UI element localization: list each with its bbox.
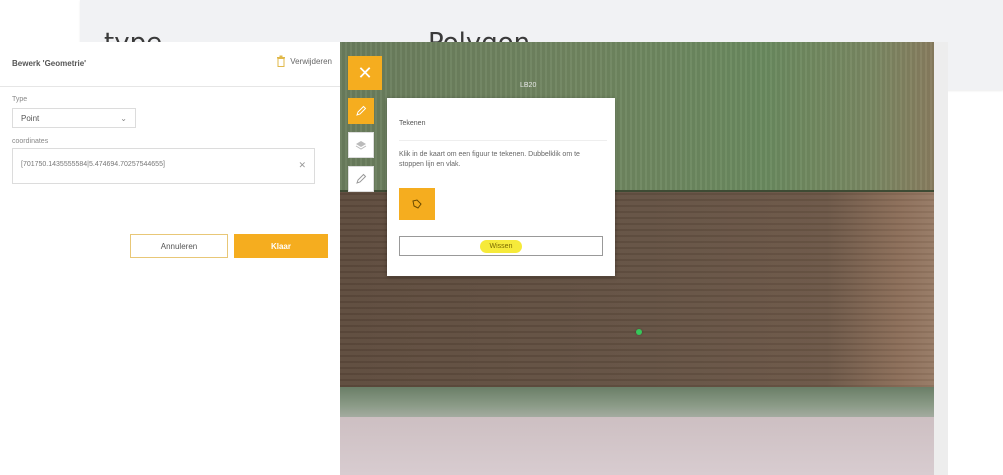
close-icon: ✕ [357,62,373,83]
parcel-label: LB20 [520,82,537,89]
chevron-down-icon: ⌄ [120,113,127,123]
draw-popup: Tekenen Klik in de kaart om een figuur t… [387,98,615,276]
coordinates-field-label: coordinates [12,138,49,145]
map-edge [934,42,948,475]
polygon-draw-icon [412,199,422,209]
panel-header: Bewerk 'Geometrie' Verwijderen [0,42,340,87]
trash-icon [277,55,286,67]
map-point-marker[interactable] [636,329,642,335]
cancel-button[interactable]: Annuleren [130,234,228,258]
coordinates-value: [701750.1435555584|5.474694.70257544655] [21,161,165,168]
clear-coordinates-icon[interactable]: ✕ [298,160,306,171]
type-select[interactable]: Point ⌄ [12,108,136,128]
edit-geometry-panel: Bewerk 'Geometrie' Verwijderen Type Poin… [0,42,341,475]
map-view[interactable]: LB20 ✕ Tekenen Klik in de kaart om een f… [340,42,948,475]
panel-title: Bewerk 'Geometrie' [12,59,87,68]
pen-tool-button[interactable] [348,166,374,192]
coordinates-input[interactable]: [701750.1435555584|5.474694.70257544655]… [12,148,315,184]
clear-button[interactable]: Wissen [399,236,603,256]
pen-icon [356,173,367,184]
map-field-pink [340,417,948,475]
close-button[interactable]: ✕ [348,56,382,90]
delete-label: Verwijderen [290,56,332,66]
draw-shape-button[interactable] [399,188,435,220]
layers-tool-button[interactable] [348,132,374,158]
clear-label: Wissen [479,239,523,253]
pencil-icon [356,105,367,116]
popup-divider [399,140,607,141]
layers-icon [355,141,367,150]
draw-popup-title: Tekenen [399,120,426,127]
delete-button[interactable]: Verwijderen [276,55,332,67]
map-field-strip [340,387,948,417]
type-select-value: Point [21,113,40,123]
done-button[interactable]: Klaar [234,234,328,258]
type-field-label: Type [12,96,28,103]
edit-tool-button[interactable] [348,98,374,124]
draw-instructions: Klik in de kaart om een figuur te tekene… [399,151,580,168]
